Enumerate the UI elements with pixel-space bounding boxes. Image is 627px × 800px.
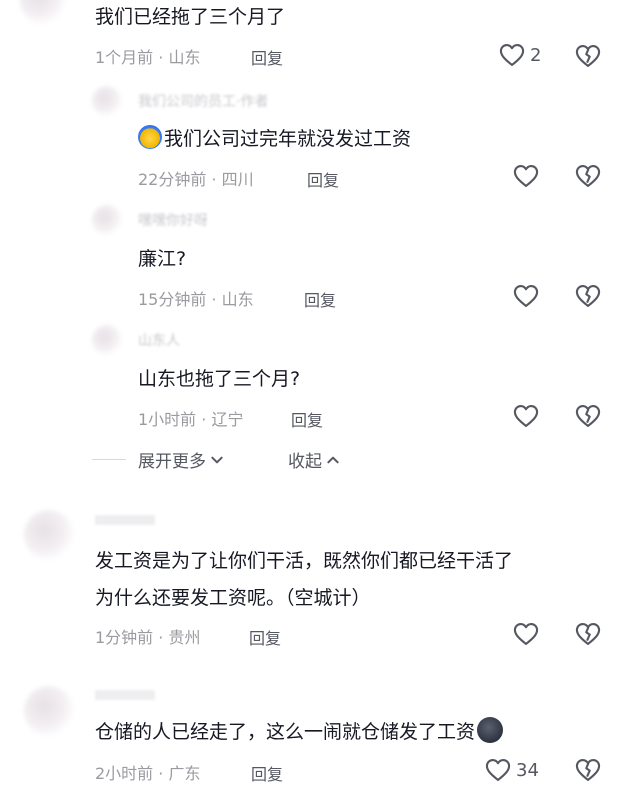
reply-button[interactable]: 回复 (249, 625, 281, 649)
comment-author[interactable] (95, 690, 155, 700)
comment-author[interactable] (95, 515, 155, 525)
comment-text: 我们已经拖了三个月了 (95, 6, 286, 28)
new-moon-face-emoji-icon (477, 717, 504, 743)
heart-icon[interactable] (512, 402, 540, 430)
comment-location: 广东 (168, 764, 201, 783)
comment-meta: 1分钟前 · 贵州 (95, 624, 200, 648)
like-count: 34 (516, 759, 539, 781)
dislike-icon[interactable] (574, 402, 602, 430)
chevron-down-icon (210, 453, 224, 467)
heart-icon (498, 41, 526, 69)
thread-divider (92, 459, 126, 460)
meta-separator: · (206, 170, 222, 189)
avatar[interactable] (20, 0, 66, 24)
reply-meta: 15分钟前 · 山东 (138, 286, 254, 310)
reply-meta: 1小时前 · 辽宁 (138, 406, 243, 430)
reply-author[interactable]: 嘿嘿你好呀 (138, 210, 208, 230)
comment-time: 1分钟前 (95, 628, 154, 647)
reply-location: 山东 (221, 290, 254, 309)
reply-location: 辽宁 (211, 410, 244, 429)
comment-time: 2小时前 (95, 764, 154, 783)
reply-author[interactable]: 山东人 (138, 330, 180, 350)
reply-author[interactable]: 我们公司的员工·作者 (138, 91, 268, 111)
expand-more-button[interactable]: 展开更多 (138, 447, 224, 472)
collapse-label: 收起 (288, 452, 322, 472)
comment-text-content: 仓储的人已经走了，这么一闹就仓储发了工资 (95, 721, 476, 743)
like-button[interactable]: 34 (484, 756, 539, 784)
meta-separator: · (153, 48, 169, 67)
dislike-icon[interactable] (574, 162, 602, 190)
comment-time: 1个月前 (95, 48, 154, 67)
dislike-icon[interactable] (574, 282, 602, 310)
reply-text: 廉江? (138, 248, 187, 270)
avatar[interactable] (24, 510, 74, 560)
meta-separator: · (206, 290, 222, 309)
avatar[interactable] (92, 86, 122, 116)
avatar[interactable] (92, 205, 122, 235)
reply-button[interactable]: 回复 (304, 287, 336, 311)
reply-text-content: 我们公司过完年就没发过工资 (164, 128, 412, 150)
reply-text: 山东也拖了三个月? (138, 368, 301, 390)
reply-time: 22分钟前 (138, 170, 207, 189)
avatar[interactable] (24, 686, 74, 736)
collapse-button[interactable]: 收起 (288, 447, 340, 472)
comment-location: 山东 (168, 48, 201, 67)
chevron-up-icon (326, 453, 340, 467)
like-button[interactable]: 2 (498, 41, 541, 69)
comment-meta: 1个月前 · 山东 (95, 44, 200, 68)
reply-time: 15分钟前 (138, 290, 207, 309)
comment-location: 贵州 (168, 628, 201, 647)
reply-button[interactable]: 回复 (251, 761, 283, 785)
dislike-icon[interactable] (574, 756, 602, 784)
reply-button[interactable]: 回复 (251, 45, 283, 69)
blue-face-emoji-icon (138, 125, 162, 149)
reply-location: 四川 (221, 170, 254, 189)
comment-text-line-1: 发工资是为了让你们干活，既然你们都已经干活了 (95, 550, 514, 572)
like-count: 2 (530, 44, 542, 66)
heart-icon (484, 756, 512, 784)
heart-icon[interactable] (512, 162, 540, 190)
reply-meta: 22分钟前 · 四川 (138, 166, 254, 190)
heart-icon[interactable] (512, 620, 540, 648)
meta-separator: · (196, 410, 212, 429)
comment-text: 仓储的人已经走了，这么一闹就仓储发了工资 (95, 717, 504, 747)
dislike-icon[interactable] (574, 620, 602, 648)
meta-separator: · (153, 628, 169, 647)
expand-more-label: 展开更多 (138, 452, 206, 472)
reply-button[interactable]: 回复 (307, 167, 339, 191)
comment-text-line-2: 为什么还要发工资呢。（空城计） (95, 587, 371, 609)
heart-icon[interactable] (512, 282, 540, 310)
reply-text: 我们公司过完年就没发过工资 (138, 124, 411, 154)
reply-time: 1小时前 (138, 410, 197, 429)
reply-button[interactable]: 回复 (291, 407, 323, 431)
comment-meta: 2小时前 · 广东 (95, 760, 200, 784)
meta-separator: · (153, 764, 169, 783)
dislike-icon[interactable] (574, 42, 602, 70)
avatar[interactable] (92, 325, 122, 355)
